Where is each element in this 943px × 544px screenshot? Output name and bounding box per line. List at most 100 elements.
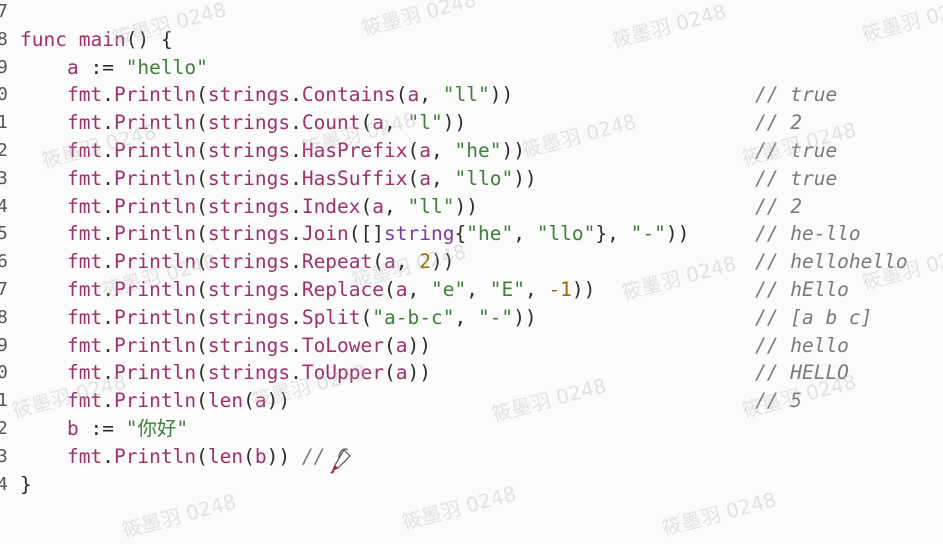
code-text: b := "你好" (20, 415, 188, 443)
code-text: fmt.Println(strings.Index(a, "ll")) (20, 193, 478, 221)
code-token: Split (301, 305, 361, 329)
line-number: 0 (0, 84, 8, 106)
code-token: )) (513, 305, 537, 329)
code-token: strings (207, 83, 291, 107)
code-token: ( (196, 333, 208, 357)
code-token: )) (407, 333, 431, 357)
code-token: len (207, 444, 244, 468)
code-token: . (290, 250, 302, 274)
code-token: , (407, 278, 431, 301)
code-token: ( (196, 111, 208, 135)
code-token: "ll" (442, 83, 490, 107)
code-token: )) (501, 139, 525, 162)
code-token: Println (113, 361, 197, 385)
code-token: fmt (66, 111, 103, 135)
code-token: } (20, 472, 32, 496)
code-comment: // true (755, 83, 838, 107)
code-comment: // hello (755, 333, 849, 357)
line-number: 9 (0, 334, 8, 356)
code-token: . (102, 305, 114, 329)
code-editor[interactable]: 7 8 func main() {9 a := "hello" 0 fmt.Print… (0, 0, 943, 519)
code-token: . (102, 250, 114, 274)
code-token: , (454, 305, 478, 329)
code-token: ( (360, 111, 373, 135)
code-token: fmt (66, 250, 103, 274)
code-token: "a-b-c" (372, 305, 455, 329)
code-token: ToUpper (301, 361, 385, 385)
code-token: "hello" (125, 55, 208, 79)
code-token: ( (372, 250, 385, 274)
code-token: strings (207, 361, 291, 385)
line-number: 3 (0, 445, 8, 467)
code-token: "-" (477, 305, 514, 329)
code-token: := (78, 417, 126, 440)
line-number: 7 (0, 279, 8, 300)
code-token: )) (442, 111, 467, 135)
code-token: { (454, 222, 467, 246)
code-token: . (102, 389, 114, 413)
code-token: fmt (66, 444, 103, 468)
code-token: . (102, 444, 114, 468)
code-token: )) (431, 250, 455, 274)
code-token: fmt (66, 222, 103, 246)
code-token: a (407, 83, 420, 107)
code-token: fmt (66, 83, 103, 107)
code-token: "你好" (125, 417, 189, 440)
code-token: "ll" (407, 194, 455, 218)
code-text: a := "hello" (20, 54, 208, 82)
line-number: 5 (0, 223, 8, 245)
code-text: } (20, 471, 32, 499)
code-token: strings (207, 139, 291, 162)
code-token: )) (571, 278, 596, 301)
code-comment: // hellohello (755, 250, 908, 274)
line-number: 4 (0, 195, 8, 217)
line-number: 7 (0, 1, 8, 22)
code-comment: // 2 (755, 194, 802, 218)
code-token: ( (384, 278, 396, 301)
code-token: strings (207, 278, 291, 301)
code-token: Println (113, 389, 197, 413)
code-token: main (78, 27, 126, 51)
code-token: Println (113, 139, 197, 162)
code-token: , (513, 222, 537, 246)
code-token: strings (207, 111, 291, 135)
code-token: -1 (548, 278, 572, 301)
code-token: Println (113, 83, 197, 107)
code-token: a (384, 250, 396, 274)
code-token: strings (207, 250, 291, 274)
code-token: () { (125, 27, 173, 51)
code-token: )) (489, 83, 514, 107)
code-token: , (384, 194, 408, 218)
code-token: Println (113, 305, 197, 329)
code-comment: // HELLO (755, 361, 849, 385)
code-token: ( (196, 83, 208, 107)
code-token: ( (196, 250, 208, 274)
code-token: )) (454, 194, 478, 218)
code-token: func (20, 27, 67, 51)
code-token: . (290, 361, 302, 385)
code-token: Println (113, 194, 197, 218)
code-token: , (431, 139, 455, 162)
code-token: Println (113, 278, 197, 301)
code-token: )) (266, 389, 291, 413)
line-number: 6 (0, 251, 8, 273)
code-token: . (290, 222, 302, 246)
code-text: fmt.Println(strings.ToLower(a)) (20, 332, 431, 360)
code-token: Println (113, 250, 197, 274)
code-text: fmt.Println(strings.Split("a-b-c", "-")) (20, 304, 537, 332)
code-token: . (102, 278, 114, 301)
code-token: ( (243, 389, 255, 413)
code-token: HasPrefix (301, 139, 408, 162)
code-token: fmt (66, 361, 103, 385)
code-token: . (102, 361, 114, 385)
code-token: fmt (66, 333, 103, 357)
code-token: a (395, 361, 408, 385)
code-token: "he" (454, 139, 502, 162)
code-token: ( (407, 166, 420, 190)
line-number: 0 (0, 362, 8, 384)
